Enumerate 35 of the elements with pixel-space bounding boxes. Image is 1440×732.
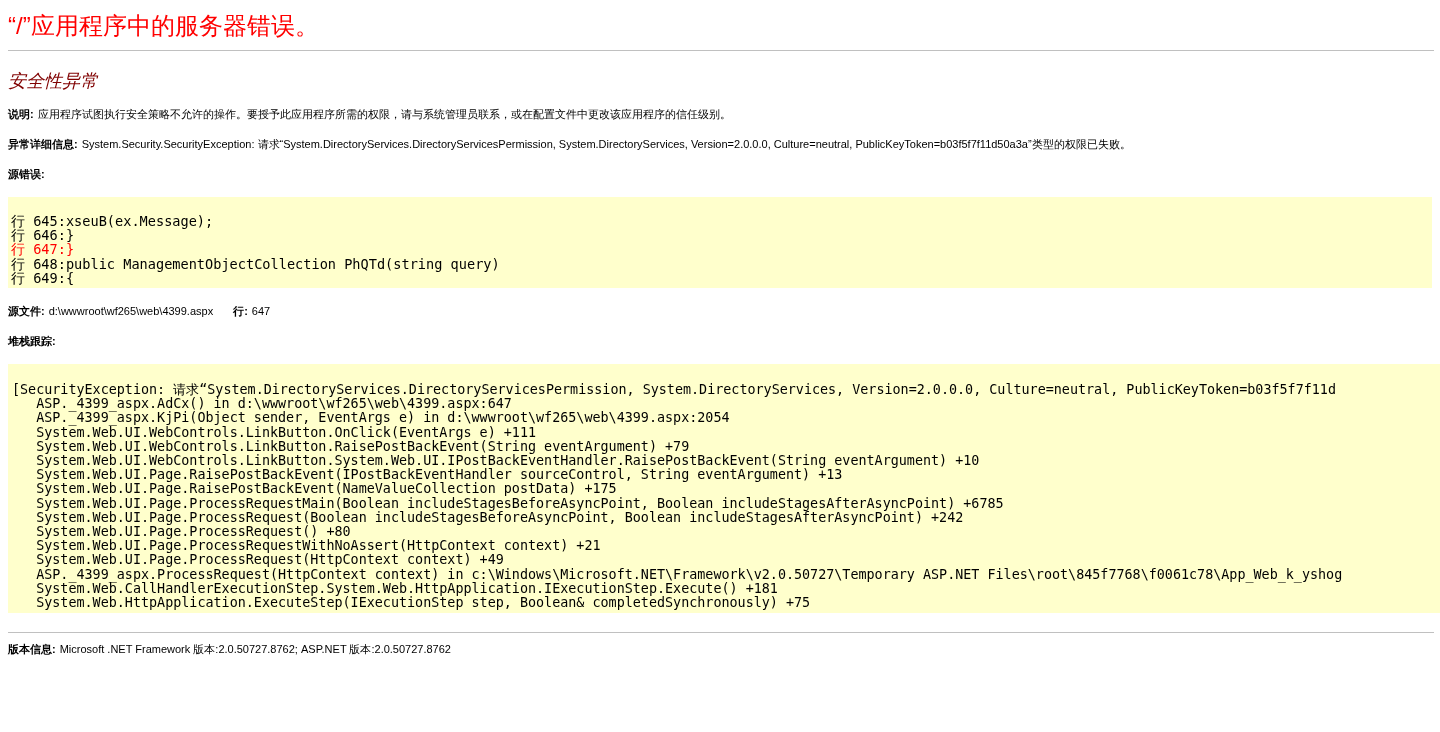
code-line: 行 646:} <box>11 228 75 243</box>
details-text: System.Security.SecurityException: 请求“System.DirectoryServices.DirectoryServicesPermission, System.DirectoryServices, Version=2.0.0.0, Culture=neutral, PublicKeyToken=b03f5f7f11d50a3a”类型的权限已失败。 <box>81 137 1131 151</box>
source-file-label: 源文件: <box>8 304 45 318</box>
description-text: 应用程序试图执行安全策略不允许的操作。要授予此应用程序所需的权限，请与系统管理员联系，或在配置文件中更改该应用程序的信任级别。 <box>37 107 731 121</box>
stack-trace-line: System.Web.UI.Page.RaisePostBackEvent(NameValueCollection postData) +175 <box>35 482 617 497</box>
stack-trace-line: System.Web.UI.WebControls.LinkButton.OnClick(EventArgs e) +111 <box>35 425 537 440</box>
stack-trace-line: System.Web.HttpApplication.ExecuteStep(IExecutionStep step, Boolean& completedSynchronously) +75 <box>35 596 811 611</box>
stack-trace-line: System.Web.UI.Page.ProcessRequest() +80 <box>35 525 351 540</box>
line-label: 行: <box>233 304 248 318</box>
source-error-label: 源错误: <box>8 167 45 181</box>
stack-trace-line: System.Web.UI.Page.RaisePostBackEvent(IPostBackEventHandler sourceControl, String eventArgument) +13 <box>35 468 843 483</box>
code-line: 行 649:{ <box>11 270 75 285</box>
stack-trace-line: System.Web.UI.WebControls.LinkButton.RaisePostBackEvent(String eventArgument) +79 <box>35 439 690 455</box>
description-label: 说明: <box>8 107 34 121</box>
version-label: 版本信息: <box>8 642 56 657</box>
stack-trace-line: ASP._4399_aspx.ProcessRequest(HttpContext context) in c:\Windows\Microsoft.NET\Framework\v2.0.50727\Temporary ASP.NET Files\root\845f7768\f0061c78\App_Web_k_yshog <box>35 567 1343 582</box>
source-file-path: d:\wwwroot\wf265\web\4399.aspx <box>48 304 214 318</box>
line-number: 647 <box>251 304 271 318</box>
stack-trace-line: System.Web.UI.Page.ProcessRequest(HttpContext context) +49 <box>35 553 504 568</box>
details-label: 异常详细信息: <box>8 137 78 151</box>
code-line: 行 645:xseuB(ex.Message); <box>11 214 214 229</box>
code-line: 行 648:public ManagementObjectCollection PhQTd(string query) <box>11 256 500 271</box>
version-text: Microsoft .NET Framework 版本:2.0.50727.8762; ASP.NET 版本:2.0.50727.8762 <box>59 642 451 657</box>
stack-trace-line: ASP._4399_aspx.KjPi(Object sender, EventArgs e) in d:\wwwroot\wf265\web\4399.aspx:2054 <box>35 411 730 426</box>
stack-trace-line: System.Web.UI.Page.ProcessRequestMain(Boolean includeStagesBeforeAsyncPoint, Boolean includeStagesAfterAsyncPoint) +6785 <box>35 496 1004 511</box>
stack-trace-line: System.Web.UI.Page.ProcessRequest(Boolean includeStagesBeforeAsyncPoint, Boolean includeStagesAfterAsyncPoint) +242 <box>35 510 964 526</box>
stack-trace-line: System.Web.UI.Page.ProcessRequestWithNoAssert(HttpContext context) +21 <box>35 539 601 554</box>
exception-title: 安全性异常 <box>8 70 99 93</box>
page-title: “/”应用程序中的服务器错误。 <box>8 11 320 41</box>
code-line: 行 647:} <box>11 242 75 257</box>
stack-trace-line: System.Web.CallHandlerExecutionStep.System.Web.HttpApplication.IExecutionStep.Execute() +181 <box>35 581 778 597</box>
stack-trace-line: [SecurityException: 请求“System.DirectoryServices.DirectoryServicesPermission, System.DirectoryServices, Version=2.0.0.0, Culture=neutral, PublicKeyToken=b03f5f7f11d <box>12 383 1336 398</box>
stack-trace-line: ASP._4399_aspx.AdCx() in d:\wwwroot\wf265\web\4399.aspx:647 <box>36 397 512 412</box>
stack-trace-label: 堆栈跟踪: <box>8 334 56 348</box>
stack-trace-line: System.Web.UI.WebControls.LinkButton.System.Web.UI.IPostBackEventHandler.RaisePostBackEvent(String eventArgument) +10 <box>35 454 980 469</box>
